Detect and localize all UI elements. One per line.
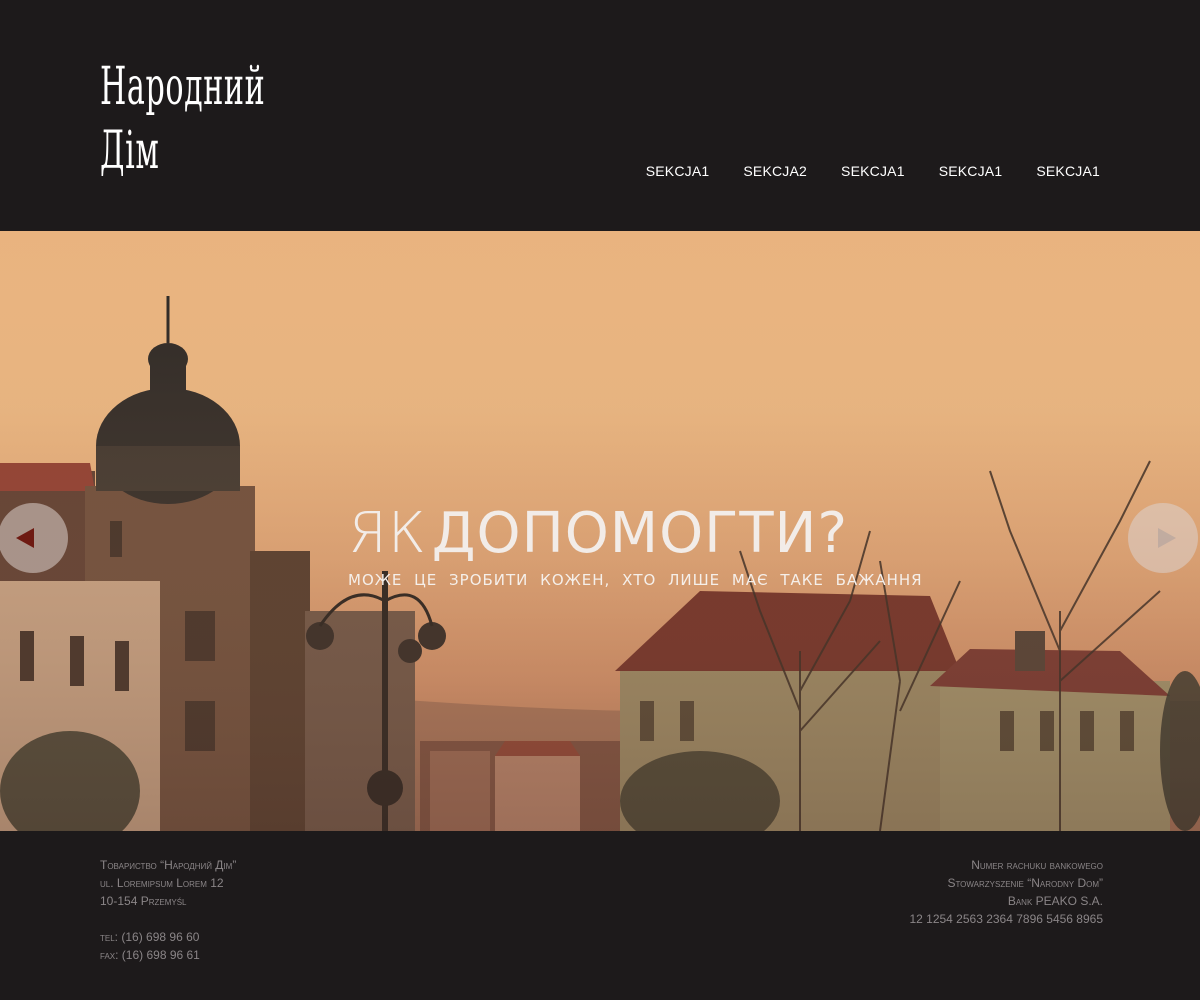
hero-slider: ЯК ДОПОМОГТИ? МОЖЕ ЦЕ ЗРОБИТИ КОЖЕН, ХТО… — [0, 231, 1200, 831]
footer-fax-number: (16) 698 96 61 — [121, 948, 200, 962]
nav-item-sekcja1-d[interactable]: SEKCJA1 — [1036, 162, 1100, 180]
hero-subtitle: МОЖЕ ЦЕ ЗРОБИТИ КОЖЕН, ХТО ЛИШЕ МАЄ ТАКЕ… — [348, 571, 923, 589]
slider-prev-button[interactable] — [0, 503, 68, 573]
footer-bank-org: Stowarzyszenie “Narodny Dom” — [947, 876, 1103, 890]
footer-street: ul. Loremipsum Lorem 12 — [100, 876, 224, 890]
nav-item-sekcja1-c[interactable]: SEKCJA1 — [939, 162, 1003, 180]
footer-fax-label: fax: — [100, 948, 119, 962]
site-footer: Товариство “Народний Дім” ul. Loremipsum… — [0, 831, 1200, 1000]
nav-item-sekcja1[interactable]: SEKCJA1 — [646, 162, 710, 180]
footer-contact: Товариство “Народний Дім” ul. Loremipsum… — [100, 856, 236, 964]
site-header: Народний Дім SEKCJA1 SEKCJA2 SEKCJA1 SEK… — [0, 0, 1200, 231]
main-nav: SEKCJA1 SEKCJA2 SEKCJA1 SEKCJA1 SEKCJA1 — [646, 162, 1100, 180]
footer-bank-name: Bank PEAKO S.A. — [1007, 894, 1103, 908]
hero-title: ЯК ДОПОМОГТИ? — [348, 501, 848, 566]
footer-bank-info: Numer rachuku bankowego Stowarzyszenie “… — [909, 856, 1103, 928]
footer-city: 10-154 Przemyśl — [100, 894, 187, 908]
nav-item-sekcja2[interactable]: SEKCJA2 — [743, 162, 807, 180]
logo-line-2: Дім — [100, 121, 160, 181]
footer-phone: tel: (16) 698 96 60 — [100, 928, 236, 946]
site-logo[interactable]: Народний Дім — [100, 55, 385, 183]
arrow-right-icon — [1158, 528, 1176, 548]
logo-line-1: Народний — [100, 57, 266, 117]
slider-next-button[interactable] — [1128, 503, 1198, 573]
footer-phone-number: (16) 698 96 60 — [121, 930, 200, 944]
footer-spacer — [100, 910, 236, 928]
hero-title-part1: ЯК — [348, 501, 427, 566]
footer-phone-label: tel: — [100, 930, 119, 944]
nav-item-sekcja1-b[interactable]: SEKCJA1 — [841, 162, 905, 180]
footer-org-name: Товариство “Народний Дім” — [100, 858, 237, 872]
hero-title-part2: ДОПОМОГТИ? — [431, 501, 849, 566]
footer-bank-account: 12 1254 2563 2364 7896 5456 8965 — [909, 912, 1103, 926]
footer-bank-heading: Numer rachuku bankowego — [971, 858, 1103, 872]
arrow-left-icon — [16, 528, 34, 548]
footer-fax: fax: (16) 698 96 61 — [100, 946, 236, 964]
